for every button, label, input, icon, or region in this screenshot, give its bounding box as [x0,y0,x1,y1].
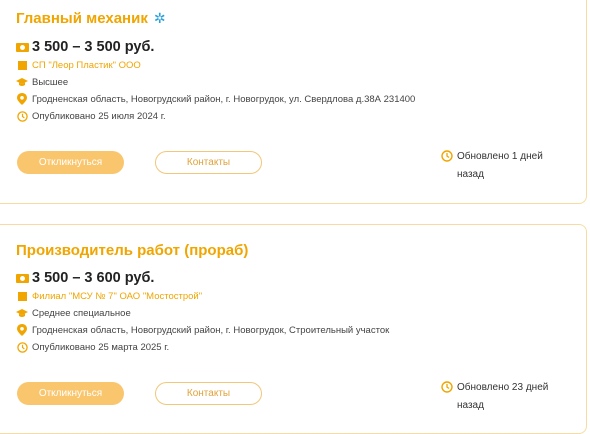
published-date: Опубликовано 25 июля 2024 г. [32,110,166,122]
clock-icon [16,341,28,353]
vacancy-card: Главный механик ✲ 3 500 – 3 500 руб. СП "… [0,0,587,204]
company-row: СП "Леор Пластик" ООО [16,59,141,71]
location-row: Гродненская область, Новогрудский район,… [16,324,389,336]
vacancy-title-text[interactable]: Производитель работ (прораб) [16,242,248,259]
clock-icon [16,110,28,122]
vacancy-card: Производитель работ (прораб) 3 500 – 3 6… [0,224,587,434]
contacts-button[interactable]: Контакты [155,151,262,174]
building-icon [16,290,28,302]
published-row: Опубликовано 25 марта 2025 г. [16,341,169,353]
education: Среднее специальное [32,307,131,319]
education-row: Среднее специальное [16,307,131,319]
apply-button[interactable]: Откликнуться [17,151,124,174]
graduation-cap-icon [16,76,28,88]
clock-icon [441,150,453,169]
vacancy-title[interactable]: Главный механик ✲ [16,10,166,27]
money-icon [16,273,29,283]
education: Высшее [32,76,69,88]
updated-info: Обновлено 23 дней назад [441,379,561,415]
location-row: Гродненская область, Новогрудский район,… [16,93,415,105]
location: Гродненская область, Новогрудский район,… [32,93,416,105]
company-link[interactable]: СП "Леор Пластик" ООО [32,60,141,71]
building-icon [16,59,28,71]
graduation-cap-icon [16,307,28,319]
published-row: Опубликовано 25 июля 2024 г. [16,110,166,122]
clock-icon [441,381,453,400]
money-icon [16,42,29,52]
company-link[interactable]: Филиал "МСУ № 7" ОАО "Мостострой" [32,291,202,302]
salary-row: 3 500 – 3 600 руб. [16,270,154,286]
salary: 3 500 – 3 600 руб. [32,270,155,286]
apply-button[interactable]: Откликнуться [17,382,124,405]
education-row: Высшее [16,76,68,88]
updated-line1: Обновлено 1 дней [457,151,543,162]
location-pin-icon [16,324,28,336]
vacancy-title-text[interactable]: Главный механик [16,10,148,27]
star-icon: ✲ [153,10,166,26]
vacancy-title[interactable]: Производитель работ (прораб) [16,242,248,259]
salary-row: 3 500 – 3 500 руб. [16,39,154,55]
published-date: Опубликовано 25 марта 2025 г. [32,341,170,353]
location: Гродненская область, Новогрудский район,… [32,324,390,336]
updated-info: Обновлено 1 дней назад [441,148,561,184]
company-row: Филиал "МСУ № 7" ОАО "Мостострой" [16,290,202,302]
location-pin-icon [16,93,28,105]
updated-line1: Обновлено 23 дней [457,382,549,393]
contacts-button[interactable]: Контакты [155,382,262,405]
updated-line2: назад [457,169,484,180]
updated-line2: назад [457,400,484,411]
salary: 3 500 – 3 500 руб. [32,39,155,55]
